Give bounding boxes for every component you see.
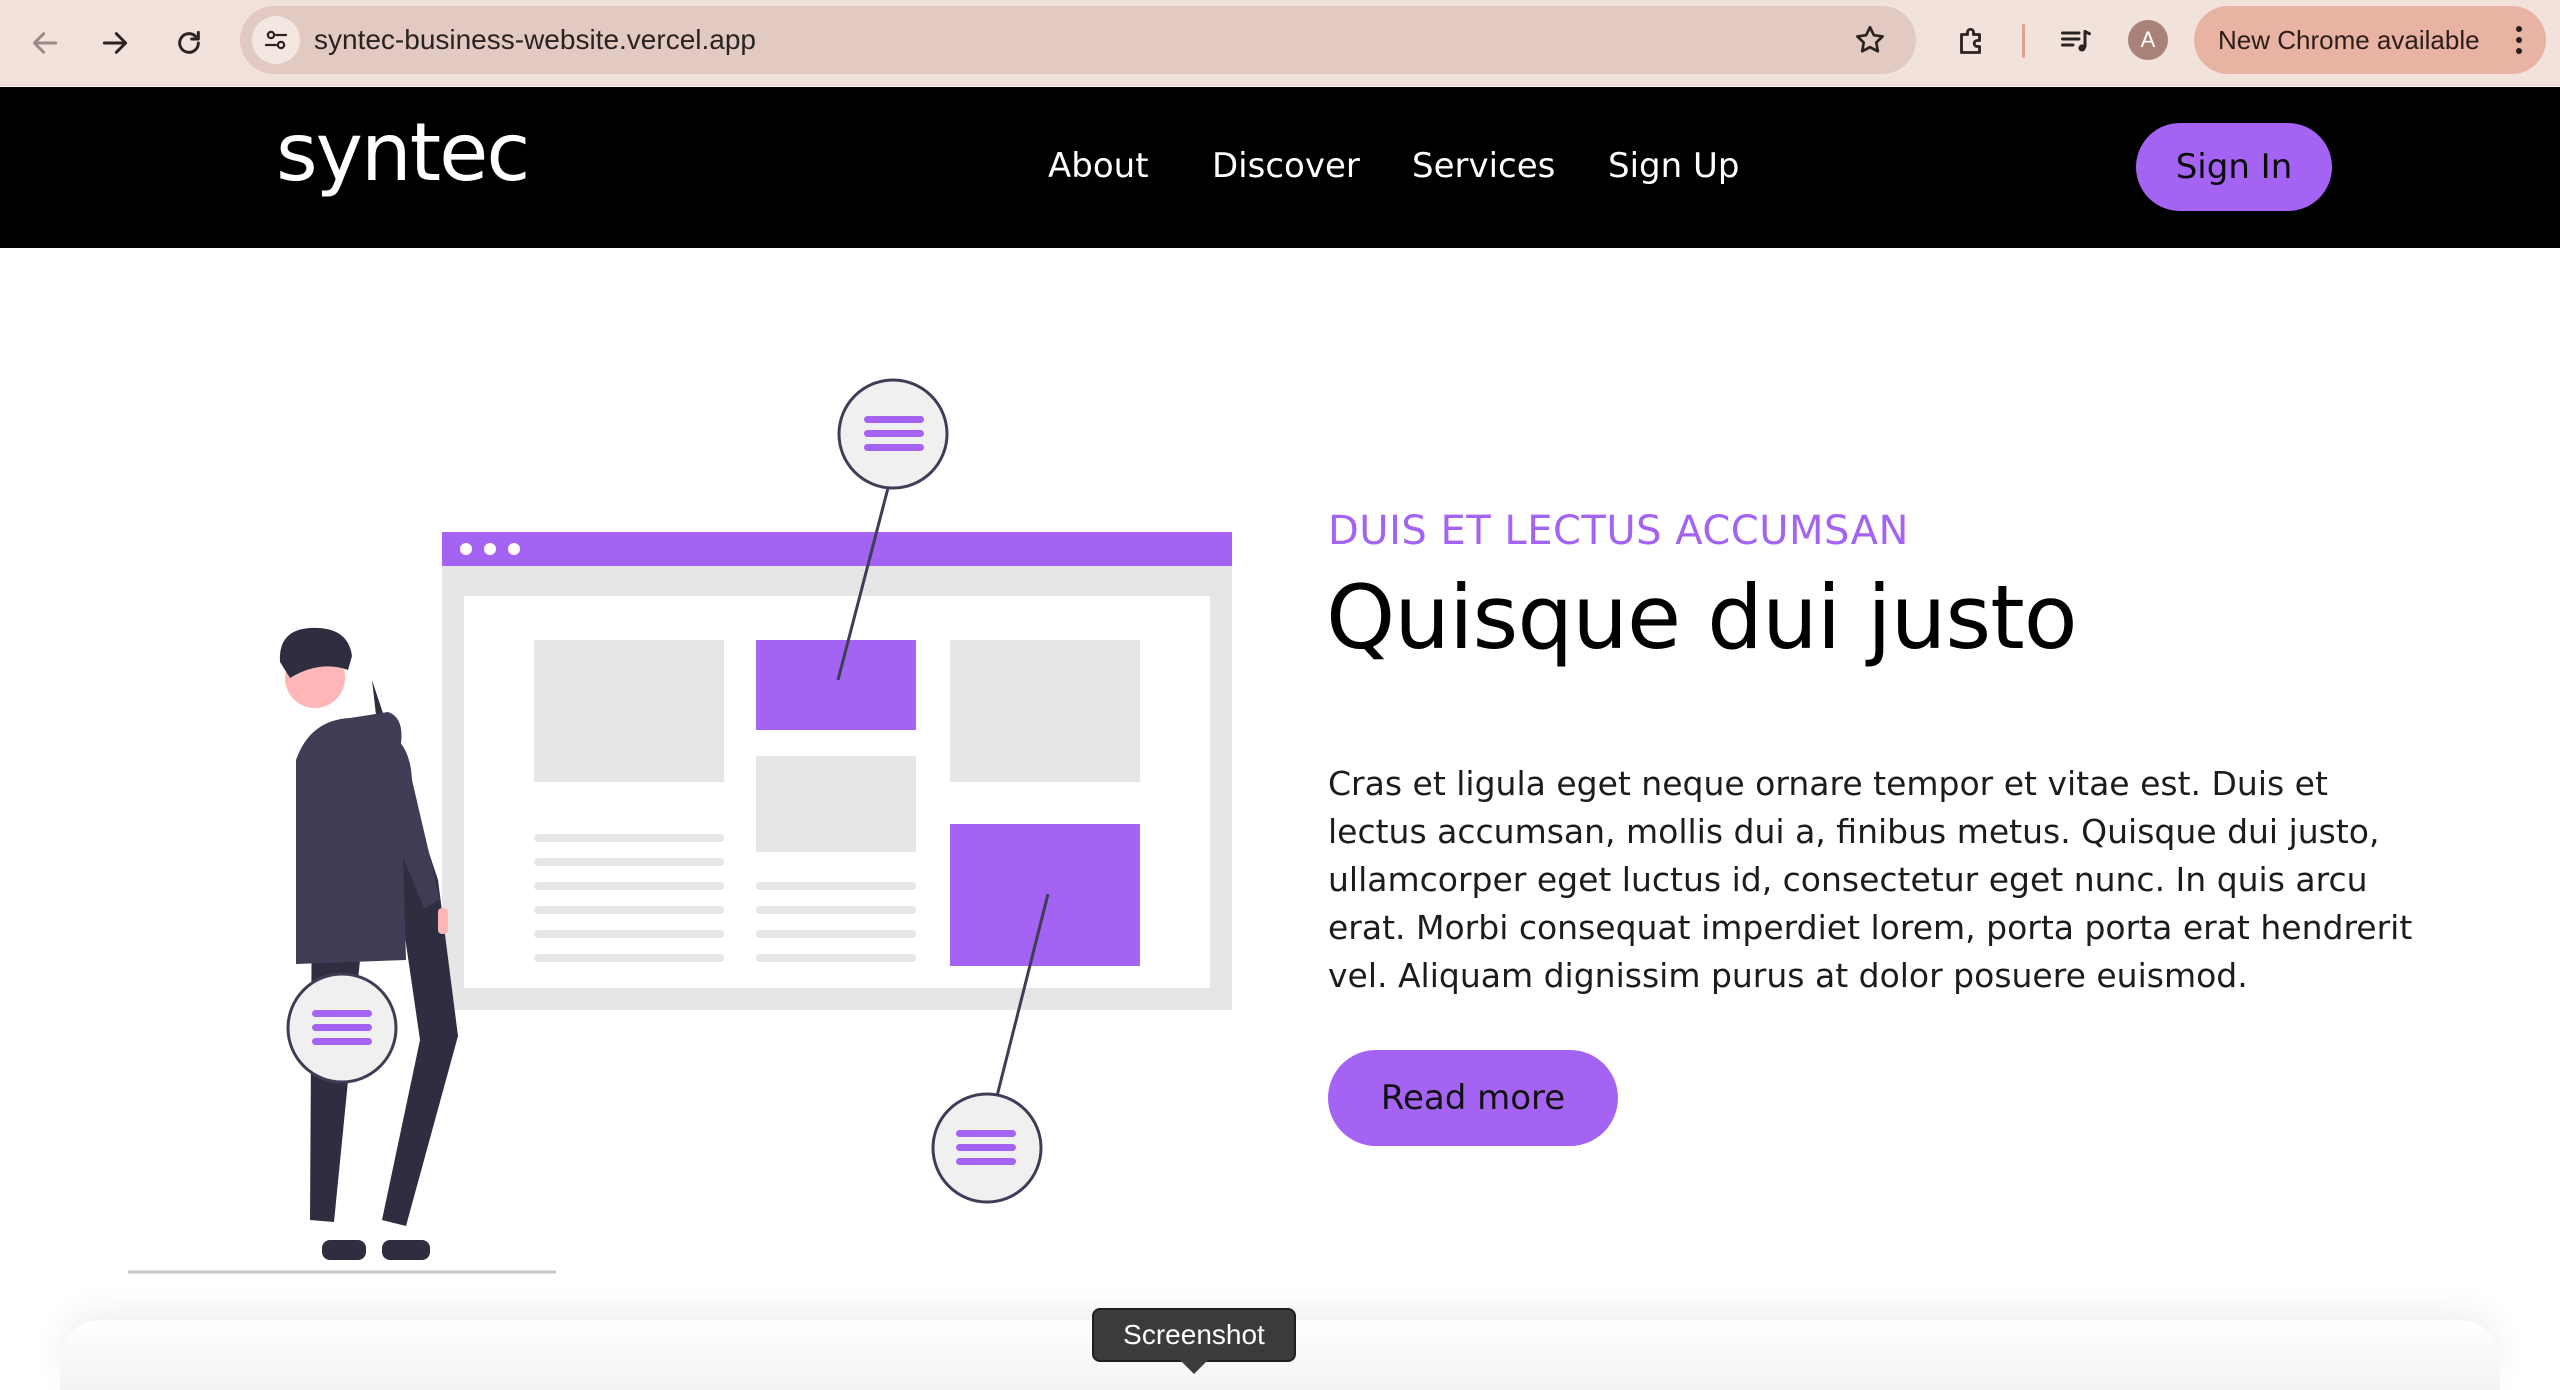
kebab-menu-icon[interactable] <box>2514 24 2524 56</box>
site-info-icon <box>264 30 288 50</box>
chrome-update-button[interactable]: New Chrome available <box>2194 6 2546 74</box>
tooltip-pointer <box>1180 1360 1208 1374</box>
forward-arrow-icon <box>102 32 128 54</box>
menu-bubble-bottom-graphic <box>931 1092 1043 1204</box>
toolbar-divider <box>2022 24 2025 58</box>
back-arrow-icon <box>32 32 58 54</box>
site-info-button[interactable] <box>252 16 300 64</box>
back-button[interactable] <box>20 18 70 68</box>
nav-link-sign-up[interactable]: Sign Up <box>1608 149 1739 183</box>
menu-bubble-top-graphic <box>837 378 949 490</box>
site-header: syntec About Discover Services Sign Up S… <box>0 87 2560 248</box>
nav-link-about[interactable]: About <box>1048 149 1149 183</box>
screenshot-tooltip: Screenshot <box>1092 1308 1296 1362</box>
site-logo[interactable]: syntec <box>276 113 530 193</box>
profile-avatar[interactable]: A <box>2128 20 2168 60</box>
hero-eyebrow: DUIS ET LECTUS ACCUMSAN <box>1328 508 1909 554</box>
media-controls-button[interactable] <box>2054 20 2098 64</box>
hero-illustration <box>128 378 1232 1274</box>
sign-in-button[interactable]: Sign In <box>2136 123 2332 211</box>
browser-toolbar: syntec-business-website.vercel.app A New… <box>0 0 2560 86</box>
reload-button[interactable] <box>164 18 214 68</box>
hero-title: Quisque dui justo <box>1326 566 2078 669</box>
update-label: New Chrome available <box>2218 25 2480 55</box>
extensions-icon <box>1960 27 1981 54</box>
hero-body: Cras et ligula eget neque ornare tempor … <box>1328 764 2413 995</box>
forward-button[interactable] <box>90 18 140 68</box>
address-bar[interactable]: syntec-business-website.vercel.app <box>240 6 1916 74</box>
star-icon[interactable] <box>1852 22 1888 58</box>
media-controls-icon <box>2061 30 2091 52</box>
menu-bubble-hand-graphic <box>286 972 398 1084</box>
person-graphic <box>279 627 458 1260</box>
nav-link-discover[interactable]: Discover <box>1212 149 1360 183</box>
read-more-button[interactable]: Read more <box>1328 1050 1618 1146</box>
extensions-button[interactable] <box>1950 20 1994 64</box>
nav-link-services[interactable]: Services <box>1412 149 1555 183</box>
browser-mockup-graphic <box>442 532 1232 1010</box>
reload-icon <box>178 30 200 54</box>
url-text[interactable]: syntec-business-website.vercel.app <box>314 6 756 74</box>
